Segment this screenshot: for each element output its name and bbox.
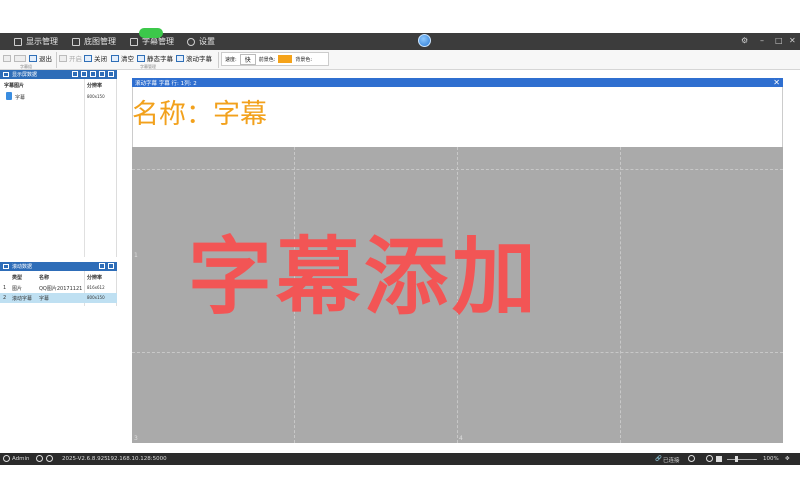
speed-label: 速度: [225,56,237,63]
column-header: 分辨率 [87,275,103,281]
bg-color-label: 背景色: [295,56,313,63]
zone-number: 1 [134,252,138,259]
grid-line [132,169,783,170]
scroll-panel-actions [99,263,114,269]
toolbar-group-label: 字幕管理 [140,64,156,69]
grid-line [132,352,783,353]
zoom-level: 100% [763,456,779,462]
menu-settings[interactable]: 设置 [187,36,215,47]
user-name: Admin [12,456,30,462]
zone-number: 4 [459,435,463,442]
grid-line [620,147,621,443]
refresh-icon[interactable] [706,455,713,462]
speed-select[interactable]: 快 [239,53,256,65]
close-icon[interactable] [90,71,96,77]
toolbar-separator [56,52,57,68]
subtitle-panel-actions [72,71,114,77]
zoom-slider[interactable] [727,459,757,460]
column-divider [84,79,85,257]
stop-icon[interactable] [716,456,722,462]
gear-icon [187,37,195,46]
column-header: 名称 [39,275,50,281]
maximize-button[interactable]: □ [775,36,783,45]
speed-color-panel: 速度: 快 前景色: 背景色: [221,52,329,66]
subtitle-name-label: 名称：字幕 [132,99,267,130]
subtitle-badge [139,28,163,38]
gear-icon[interactable] [46,455,53,462]
user-icon [3,455,10,462]
toolbar-separator [218,52,219,68]
delete-icon[interactable] [99,71,105,77]
screen-icon [3,54,11,62]
exit-button[interactable]: 退出 [29,53,52,63]
column-header: 分辨率 [87,83,103,89]
add-icon[interactable] [81,71,87,77]
fullscreen-icon[interactable]: ✥ [785,456,790,462]
top-menu-bar: 显示管理 底图管理 字幕管理 设置 ⚙ – □ ✕ [0,33,800,50]
static-subtitle-button[interactable]: 静态字幕 [137,53,173,63]
fg-color-label: 前景色: [258,56,276,63]
panel-icon [3,264,9,269]
delete-icon[interactable] [99,263,105,269]
settings-icon[interactable] [688,455,695,462]
file-icon [6,92,12,100]
clear-icon [111,54,119,62]
zone-number: 3 [134,435,138,442]
window-icon [14,54,26,62]
status-orb-icon[interactable] [418,34,431,47]
subtitle-panel-header: 显示屏数据 [0,70,117,79]
scroll-text-icon [176,54,184,62]
close-window-button[interactable]: ✕ [789,36,796,45]
search-icon[interactable] [36,455,43,462]
column-header: 类型 [12,275,23,281]
menu-display-management[interactable]: 显示管理 [14,36,58,47]
scroll-panel-body: 类型 名称 分辨率 1 图片 QQ图片20171121 816x612 2 滚动… [0,271,117,306]
toolbar-icon-a [3,53,11,63]
table-row-selected[interactable]: 2 滚动字幕 字幕 800x150 [0,293,117,303]
display-icon [14,37,22,46]
status-bar: Admin 2025-V2.6.8.925 192.168.10.128:500… [0,453,800,465]
toolbar-icon-b [14,53,26,63]
connection-status: 已连接 [663,458,680,464]
clear-button[interactable]: 清空 [111,53,134,63]
start-button[interactable]: 开启 [59,53,82,63]
preview-title-bar: 滚动字幕 字幕 行: 1列: 2 ✕ [132,78,783,87]
minimize-button[interactable]: – [760,36,764,45]
exit-icon [29,54,37,62]
column-header: 字幕图片 [4,83,25,89]
panel-icon [3,72,9,77]
image-icon [72,37,80,46]
fg-color-swatch[interactable] [278,55,293,63]
overlay-caption: 字幕添加 [188,228,541,326]
version-text: 2025-V2.6.8.925 [62,456,108,462]
subtitle-panel-body: 字幕图片 分辨率 字幕 800x150 [0,79,117,257]
settings-gear-icon[interactable]: ⚙ [741,36,748,45]
scroll-subtitle-button[interactable]: 滚动字幕 [176,53,212,63]
stop-icon [84,54,92,62]
toolbar: 退出 开启 关闭 清空 静态字幕 滚动字幕 字幕组 字幕管理 [0,50,800,70]
server-address: 192.168.10.128:5000 [107,456,167,462]
link-icon: 🔗 [655,456,662,462]
menu-background-management[interactable]: 底图管理 [72,36,116,47]
scroll-panel-header: 滚动数据 [0,262,117,271]
monitor-icon[interactable] [72,71,78,77]
play-icon [59,54,67,62]
zoom-slider-handle[interactable] [735,456,738,462]
edit-icon [130,37,138,46]
static-text-icon [137,54,145,62]
refresh-icon[interactable] [108,71,114,77]
close-button[interactable]: 关闭 [84,53,107,63]
close-icon[interactable]: ✕ [773,78,780,87]
maximize-icon[interactable] [108,263,114,269]
